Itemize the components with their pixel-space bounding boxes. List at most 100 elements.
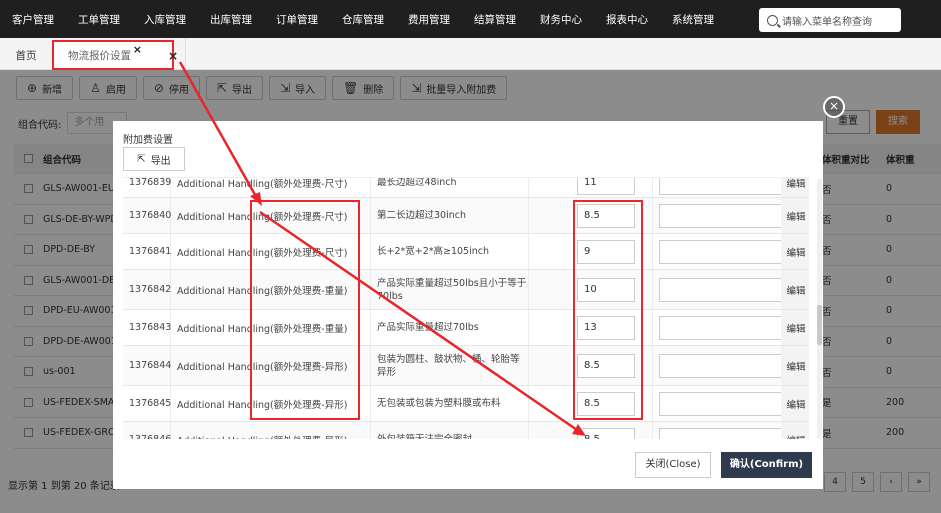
cell-desc: 长+2*宽+2*高≥105inch	[371, 234, 529, 269]
remark-input[interactable]	[659, 315, 790, 340]
scrollbar-thumb[interactable]	[817, 305, 822, 345]
cell-name: Additional Handling(额外处理费-尺寸)	[171, 198, 371, 233]
edit-link[interactable]: 编辑	[781, 310, 809, 345]
cell-name: Additional Handling(额外处理费-尺寸)	[171, 234, 371, 269]
cell-note	[653, 198, 791, 233]
cell-note	[653, 178, 791, 197]
cell-name: Additional Handling(额外处理费-异形)	[171, 386, 371, 421]
fee-value-input[interactable]: 8.5	[577, 427, 635, 439]
fee-value-input[interactable]: 8.5	[577, 391, 635, 416]
table-row: 1376839 Additional Handling(额外处理费-尺寸) 最长…	[123, 178, 809, 198]
remark-input[interactable]	[659, 277, 790, 302]
cell-desc: 包装为圆柱、鼓状物、桶、轮胎等异形	[371, 346, 529, 385]
cell-desc: 产品实际重量超过70lbs	[371, 310, 529, 345]
cell-desc: 外包装箱无法完全密封	[371, 422, 529, 439]
remark-input[interactable]	[659, 178, 790, 195]
table-row: 1376843 Additional Handling(额外处理费-重量) 产品…	[123, 310, 809, 346]
cell-id: 1376845	[123, 386, 171, 421]
nav-item-system[interactable]: 系统管理	[660, 12, 726, 27]
cell-note	[653, 310, 791, 345]
nav-item-orders[interactable]: 订单管理	[264, 12, 330, 27]
cell-name: Additional Handling(额外处理费-重量)	[171, 310, 371, 345]
nav-item-settlement[interactable]: 结算管理	[462, 12, 528, 27]
cell-value: 11	[529, 178, 653, 197]
cell-id: 1376846	[123, 422, 171, 439]
edit-link[interactable]: 编辑	[781, 422, 809, 439]
table-row: 1376844 Additional Handling(额外处理费-异形) 包装…	[123, 346, 809, 386]
close-button[interactable]: 关闭(Close)	[635, 452, 711, 478]
cell-name: Additional Handling(额外处理费-异形)	[171, 346, 371, 385]
cell-id: 1376839	[123, 178, 171, 197]
cell-value: 8.5	[529, 386, 653, 421]
fee-value-input[interactable]: 13	[577, 315, 635, 340]
nav-item-inbound[interactable]: 入库管理	[132, 12, 198, 27]
modal-close-icon[interactable]: ×	[823, 96, 845, 118]
cell-value: 8.5	[529, 346, 653, 385]
tab-logistics-quote-settings[interactable]: 物流报价设置 ×	[52, 40, 174, 70]
cell-desc: 最长边超过48inch	[371, 178, 529, 197]
cell-note	[653, 346, 791, 385]
modal-export-label: 导出	[150, 155, 171, 167]
modal-export-button[interactable]: ⇱ 导出	[123, 147, 185, 171]
modal-scrollbar[interactable]	[817, 179, 822, 439]
edit-link[interactable]: 编辑	[781, 270, 809, 309]
cell-value: 13	[529, 310, 653, 345]
nav-item-customer[interactable]: 客户管理	[0, 12, 66, 27]
divider	[185, 38, 186, 70]
tab-close-icon[interactable]: ×	[133, 36, 142, 64]
edit-link[interactable]: 编辑	[781, 234, 809, 269]
table-row: 1376840 Additional Handling(额外处理费-尺寸) 第二…	[123, 198, 809, 234]
surcharge-settings-modal: 附加费设置 ⇱ 导出 1376839 Additional Handling(额…	[113, 121, 823, 489]
confirm-button[interactable]: 确认(Confirm)	[721, 452, 812, 478]
cell-note	[653, 234, 791, 269]
cell-note	[653, 386, 791, 421]
nav-item-workorder[interactable]: 工单管理	[66, 12, 132, 27]
table-row: 1376846 Additional Handling(额外处理费-异形) 外包…	[123, 422, 809, 439]
remark-input[interactable]	[659, 353, 790, 378]
edit-link[interactable]: 编辑	[781, 198, 809, 233]
edit-link[interactable]: 编辑	[781, 386, 809, 421]
remark-input[interactable]	[659, 427, 790, 439]
surcharge-table: 1376839 Additional Handling(额外处理费-尺寸) 最长…	[123, 177, 809, 439]
cell-name: Additional Handling(额外处理费-重量)	[171, 270, 371, 309]
fee-value-input[interactable]: 8.5	[577, 203, 635, 228]
cell-note	[653, 270, 791, 309]
edit-link[interactable]: 编辑	[781, 346, 809, 385]
nav-item-finance[interactable]: 财务中心	[528, 12, 594, 27]
search-icon	[767, 14, 778, 26]
cell-note	[653, 422, 791, 439]
fee-value-input[interactable]: 8.5	[577, 353, 635, 378]
nav-item-fees[interactable]: 费用管理	[396, 12, 462, 27]
cell-name: Additional Handling(额外处理费-异形)	[171, 422, 371, 439]
cell-desc: 第二长边超过30inch	[371, 198, 529, 233]
cell-value: 8.5	[529, 422, 653, 439]
modal-title: 附加费设置	[123, 135, 173, 146]
remark-input[interactable]	[659, 391, 790, 416]
remark-input[interactable]	[659, 203, 790, 228]
nav-item-reports[interactable]: 报表中心	[594, 12, 660, 27]
fee-value-input[interactable]: 9	[577, 239, 635, 264]
table-row: 1376845 Additional Handling(额外处理费-异形) 无包…	[123, 386, 809, 422]
close-icon[interactable]: ×	[160, 42, 186, 70]
tab-home[interactable]: 首页	[6, 42, 46, 70]
cell-id: 1376844	[123, 346, 171, 385]
remark-input[interactable]	[659, 239, 790, 264]
cell-id: 1376840	[123, 198, 171, 233]
tab-bar: 首页 物流报价设置 × ×	[0, 38, 941, 70]
fee-value-input[interactable]: 10	[577, 277, 635, 302]
nav-item-warehouse[interactable]: 仓库管理	[330, 12, 396, 27]
export-icon: ⇱	[137, 153, 146, 165]
cell-name: Additional Handling(额外处理费-尺寸)	[171, 178, 371, 197]
fee-value-input[interactable]: 11	[577, 178, 635, 195]
menu-search-placeholder: 请输入菜单名称查询	[782, 16, 872, 28]
cell-value: 10	[529, 270, 653, 309]
tab-label: 物流报价设置	[68, 50, 131, 62]
top-nav: 客户管理 工单管理 入库管理 出库管理 订单管理 仓库管理 费用管理 结算管理 …	[0, 0, 941, 38]
nav-item-outbound[interactable]: 出库管理	[198, 12, 264, 27]
edit-link[interactable]: 编辑	[781, 178, 809, 197]
cell-id: 1376841	[123, 234, 171, 269]
cell-id: 1376842	[123, 270, 171, 309]
cell-value: 9	[529, 234, 653, 269]
menu-search-input[interactable]: 请输入菜单名称查询	[759, 8, 901, 32]
table-row: 1376841 Additional Handling(额外处理费-尺寸) 长+…	[123, 234, 809, 270]
